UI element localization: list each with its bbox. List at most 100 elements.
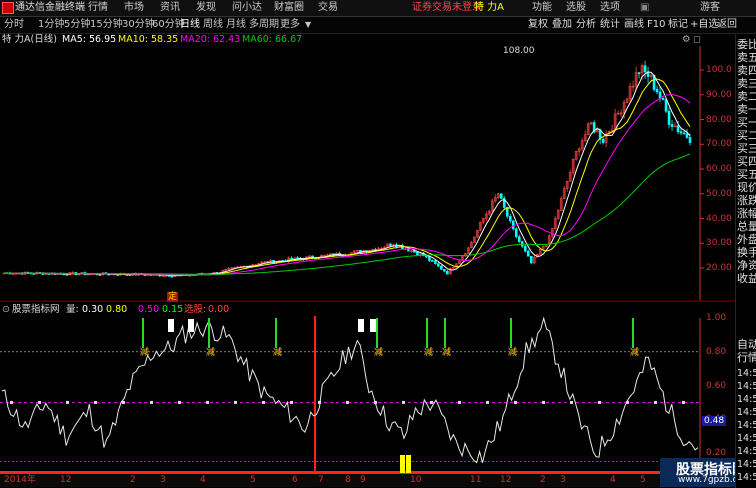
sidebar-item-16[interactable]: 换手 xyxy=(737,246,756,259)
candle-body xyxy=(434,260,437,264)
green-signal-bar-1 xyxy=(208,318,210,348)
sidebar-item-5[interactable]: 卖一 xyxy=(737,103,756,116)
indicator-line xyxy=(1,316,699,464)
date-label-13: 2 xyxy=(540,475,546,485)
candle-body xyxy=(688,137,692,143)
ind-dot xyxy=(94,400,97,404)
date-label-3: 3 xyxy=(160,475,166,485)
sidebar-item-12[interactable]: 涨跌 xyxy=(737,194,756,207)
candle-body xyxy=(170,275,174,278)
signal-label-4: 减 xyxy=(424,348,434,358)
candle-body xyxy=(446,270,449,275)
sidebar-item-19[interactable]: 自动 xyxy=(737,338,756,351)
candle-body xyxy=(682,132,686,135)
date-label-11: 11 xyxy=(470,475,482,485)
yellow-signal-bar-0 xyxy=(400,455,405,473)
white-signal-bar-1 xyxy=(188,319,194,332)
sidebar-item-14[interactable]: 总量 xyxy=(737,220,756,233)
sidebar-time-4: 14:50 xyxy=(737,420,756,431)
ind-dot xyxy=(486,400,489,404)
sidebar-item-18[interactable]: 收益 xyxy=(737,272,756,285)
price-axis-label-0: 100.0 xyxy=(706,65,732,75)
sidebar-time-2: 14:50 xyxy=(737,394,756,405)
candle-body xyxy=(443,268,446,272)
candle-body xyxy=(655,89,659,93)
ind-dot xyxy=(66,400,69,404)
candle-body xyxy=(511,220,515,230)
ind-dot xyxy=(122,400,125,404)
sidebar-item-3[interactable]: 卖三 xyxy=(737,77,756,90)
white-signal-bar-2 xyxy=(358,319,364,332)
sidebar-time-0: 14:50 xyxy=(737,368,756,379)
ind-dot xyxy=(346,400,349,404)
sidebar-item-8[interactable]: 买三 xyxy=(737,142,756,155)
sidebar-item-13[interactable]: 涨幅 xyxy=(737,207,756,220)
candle-body xyxy=(499,193,503,199)
date-label-1: 12 xyxy=(60,475,72,485)
candle-body xyxy=(431,260,434,262)
sidebar-item-10[interactable]: 买五 xyxy=(737,168,756,181)
sidebar-item-17[interactable]: 净资 xyxy=(737,259,756,272)
ma5-line xyxy=(3,71,691,277)
candle-body xyxy=(526,250,530,257)
indicator-name: 股票指标网 xyxy=(12,304,60,315)
date-label-8: 8 xyxy=(345,475,351,485)
price-grid xyxy=(0,46,735,302)
ind-dot xyxy=(150,400,153,404)
chart-canvas[interactable] xyxy=(0,0,735,487)
sel-label: 选股: xyxy=(184,304,207,315)
date-label-15: 4 xyxy=(610,475,616,485)
candle-body xyxy=(643,65,647,73)
date-axis: 2014年 12 2 3 4 5 6 7 8 9 10 11 12 2 3 4 5 xyxy=(0,474,660,487)
ind-dot xyxy=(654,400,657,404)
ind-axis-label-2: 0.60 xyxy=(706,380,727,391)
candles xyxy=(2,60,692,278)
price-axis-label-3: 70.00 xyxy=(706,139,732,150)
sidebar-item-0[interactable]: 委比 xyxy=(737,38,756,51)
indicator-grid xyxy=(0,316,701,474)
sidebar-item-2[interactable]: 卖四 xyxy=(737,64,756,77)
date-label-0: 2014年 xyxy=(4,475,36,485)
candle-body xyxy=(664,99,668,112)
indicator-plot xyxy=(1,316,699,473)
price-axis-label-6: 40.00 xyxy=(706,213,732,224)
ma-lines xyxy=(3,71,691,277)
sidebar-time-6: 14:50 xyxy=(737,446,756,457)
white-signal-bar-0 xyxy=(168,319,174,332)
signal-label-3: 减 xyxy=(374,348,384,358)
date-label-6: 6 xyxy=(292,475,298,485)
sidebar-time-5: 14:50 xyxy=(737,433,756,444)
candle-body xyxy=(601,138,605,143)
sidebar-item-7[interactable]: 买二 xyxy=(737,129,756,142)
sidebar-item-11[interactable]: 现价 xyxy=(737,181,756,194)
low-marker: 定 xyxy=(167,292,179,302)
price-axis-label-7: 30.00 xyxy=(706,238,732,249)
sidebar-item-1[interactable]: 卖五 xyxy=(737,51,756,64)
date-label-4: 4 xyxy=(200,475,206,485)
candle-body xyxy=(428,256,431,261)
candle-body xyxy=(98,274,102,276)
candle-body xyxy=(523,245,527,252)
date-label-14: 3 xyxy=(560,475,566,485)
sidebar-item-15[interactable]: 外盘 xyxy=(737,233,756,246)
ma10-line xyxy=(3,78,691,276)
candle-body xyxy=(425,255,428,258)
ind-axis-label-0: 1.00 xyxy=(706,313,727,323)
quote-sidebar: 委比 卖五 卖四 卖三 卖二 卖一 买一 买二 买三 买四 买五 现价 涨跌 涨幅 总量 外盘 换手 净资 收益自动… xyxy=(735,34,756,488)
ind-dot xyxy=(10,400,13,404)
candle-body xyxy=(667,110,671,125)
candle-body xyxy=(637,72,641,75)
candle-body xyxy=(679,131,683,134)
sidebar-item-4[interactable]: 卖二 xyxy=(737,90,756,103)
green-signal-bar-2 xyxy=(275,318,277,348)
ma20-line xyxy=(3,93,691,276)
green-signal-bar-5 xyxy=(444,318,446,348)
candle-body xyxy=(416,251,419,256)
green-signal-bar-4 xyxy=(426,318,428,348)
indicator-menu-icon[interactable]: ⊙ xyxy=(2,304,10,316)
candle-body xyxy=(514,228,518,237)
sidebar-item-6[interactable]: 买一 xyxy=(737,116,756,129)
price-axis-label-5: 50.00 xyxy=(706,188,732,199)
sidebar-item-9[interactable]: 买四 xyxy=(737,155,756,168)
sidebar-item-20[interactable]: 行情 xyxy=(737,351,756,364)
